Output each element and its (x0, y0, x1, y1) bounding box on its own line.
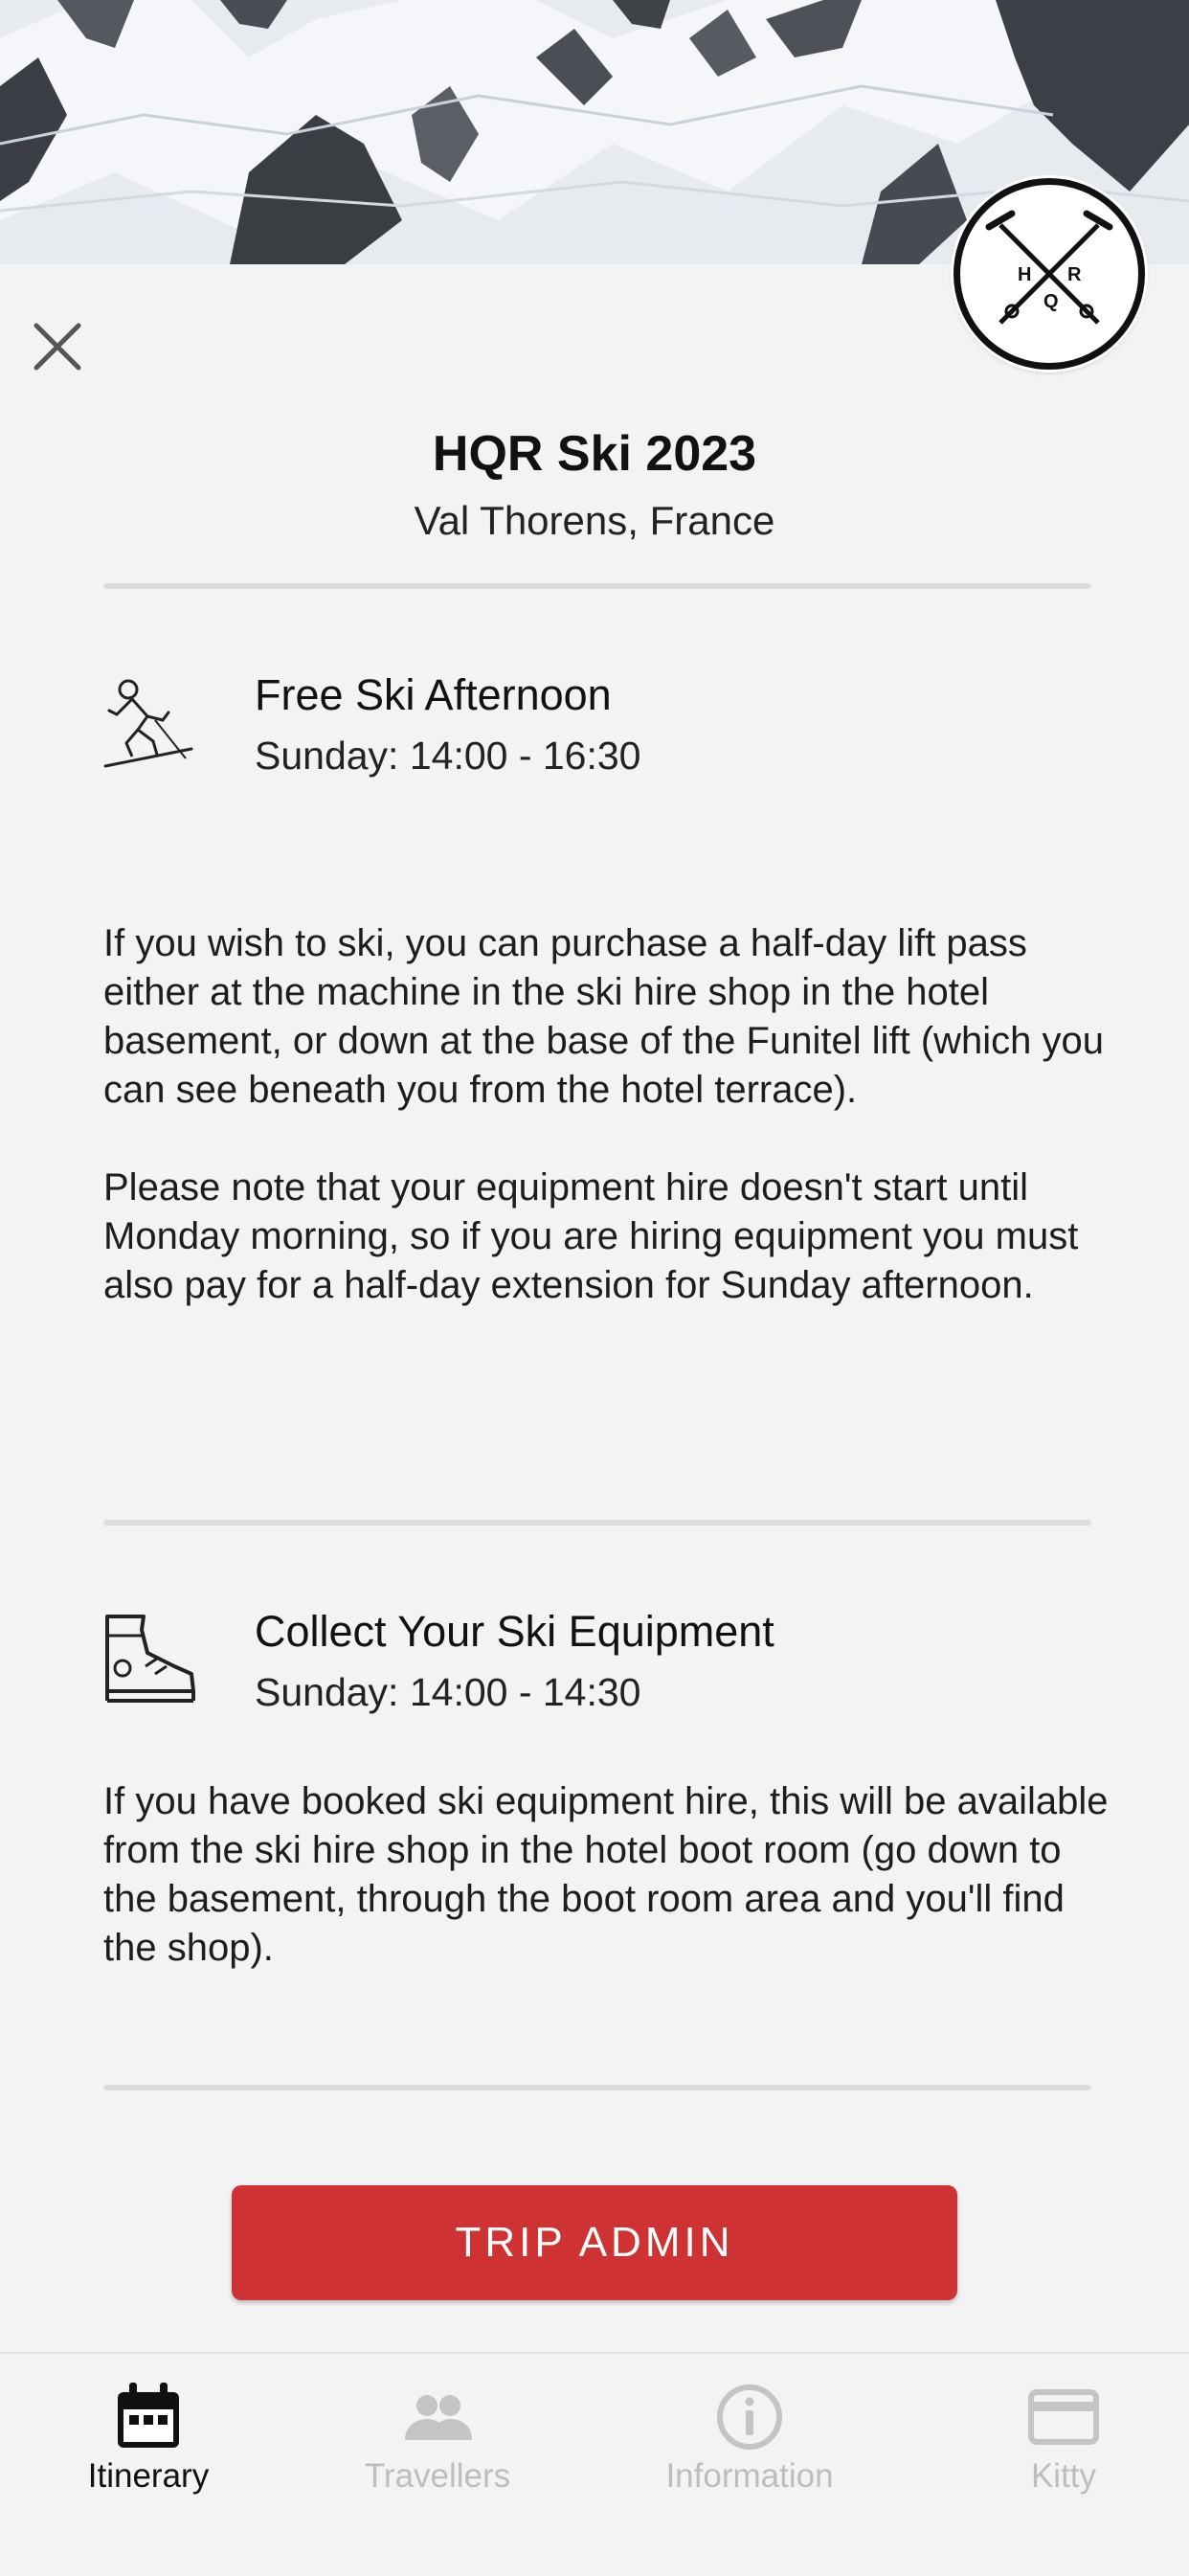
event-description: If you wish to ski, you can purchase a h… (103, 919, 1109, 1310)
event-time: Sunday: 14:00 - 16:30 (255, 734, 641, 778)
divider (103, 583, 1091, 589)
tab-kitty[interactable]: Kitty (915, 2354, 1189, 2576)
divider (103, 1520, 1091, 1525)
tab-itinerary[interactable]: Itinerary (0, 2354, 297, 2576)
close-button[interactable] (27, 316, 88, 377)
skier-icon (100, 676, 199, 776)
info-icon (713, 2381, 786, 2453)
tab-information[interactable]: Information (601, 2354, 898, 2576)
event-paragraph: If you wish to ski, you can purchase a h… (103, 922, 1105, 1111)
tab-label: Itinerary (87, 2457, 210, 2495)
tab-label: Information (665, 2457, 834, 2495)
calendar-icon (112, 2381, 185, 2453)
ski-boot-icon (100, 1611, 199, 1710)
event-title: Collect Your Ski Equipment (255, 1607, 774, 1656)
event-title: Free Ski Afternoon (255, 670, 612, 719)
tab-label: Kitty (1030, 2457, 1097, 2495)
logo-letter-r: R (1067, 264, 1082, 285)
bottom-tab-bar: Itinerary Travellers Information Kitty (0, 2352, 1189, 2576)
event-paragraph: Please note that your equipment hire doe… (103, 1166, 1079, 1306)
trip-title: HQR Ski 2023 (432, 426, 757, 482)
tab-travellers[interactable]: Travellers (289, 2354, 586, 2576)
event-time: Sunday: 14:00 - 14:30 (255, 1670, 641, 1714)
trip-logo: H R Q (953, 178, 1145, 370)
people-icon (401, 2381, 474, 2453)
logo-letter-q: Q (1043, 291, 1059, 312)
trip-admin-button[interactable]: TRIP ADMIN (232, 2185, 957, 2300)
tab-label: Travellers (364, 2457, 511, 2495)
trip-location: Val Thorens, France (414, 498, 775, 543)
divider (103, 2085, 1091, 2090)
close-icon (34, 323, 81, 371)
event-paragraph: If you have booked ski equipment hire, t… (103, 1780, 1109, 1969)
credit-card-icon (1027, 2381, 1100, 2453)
logo-letter-h: H (1018, 264, 1031, 285)
event-description: If you have booked ski equipment hire, t… (103, 1777, 1109, 1973)
